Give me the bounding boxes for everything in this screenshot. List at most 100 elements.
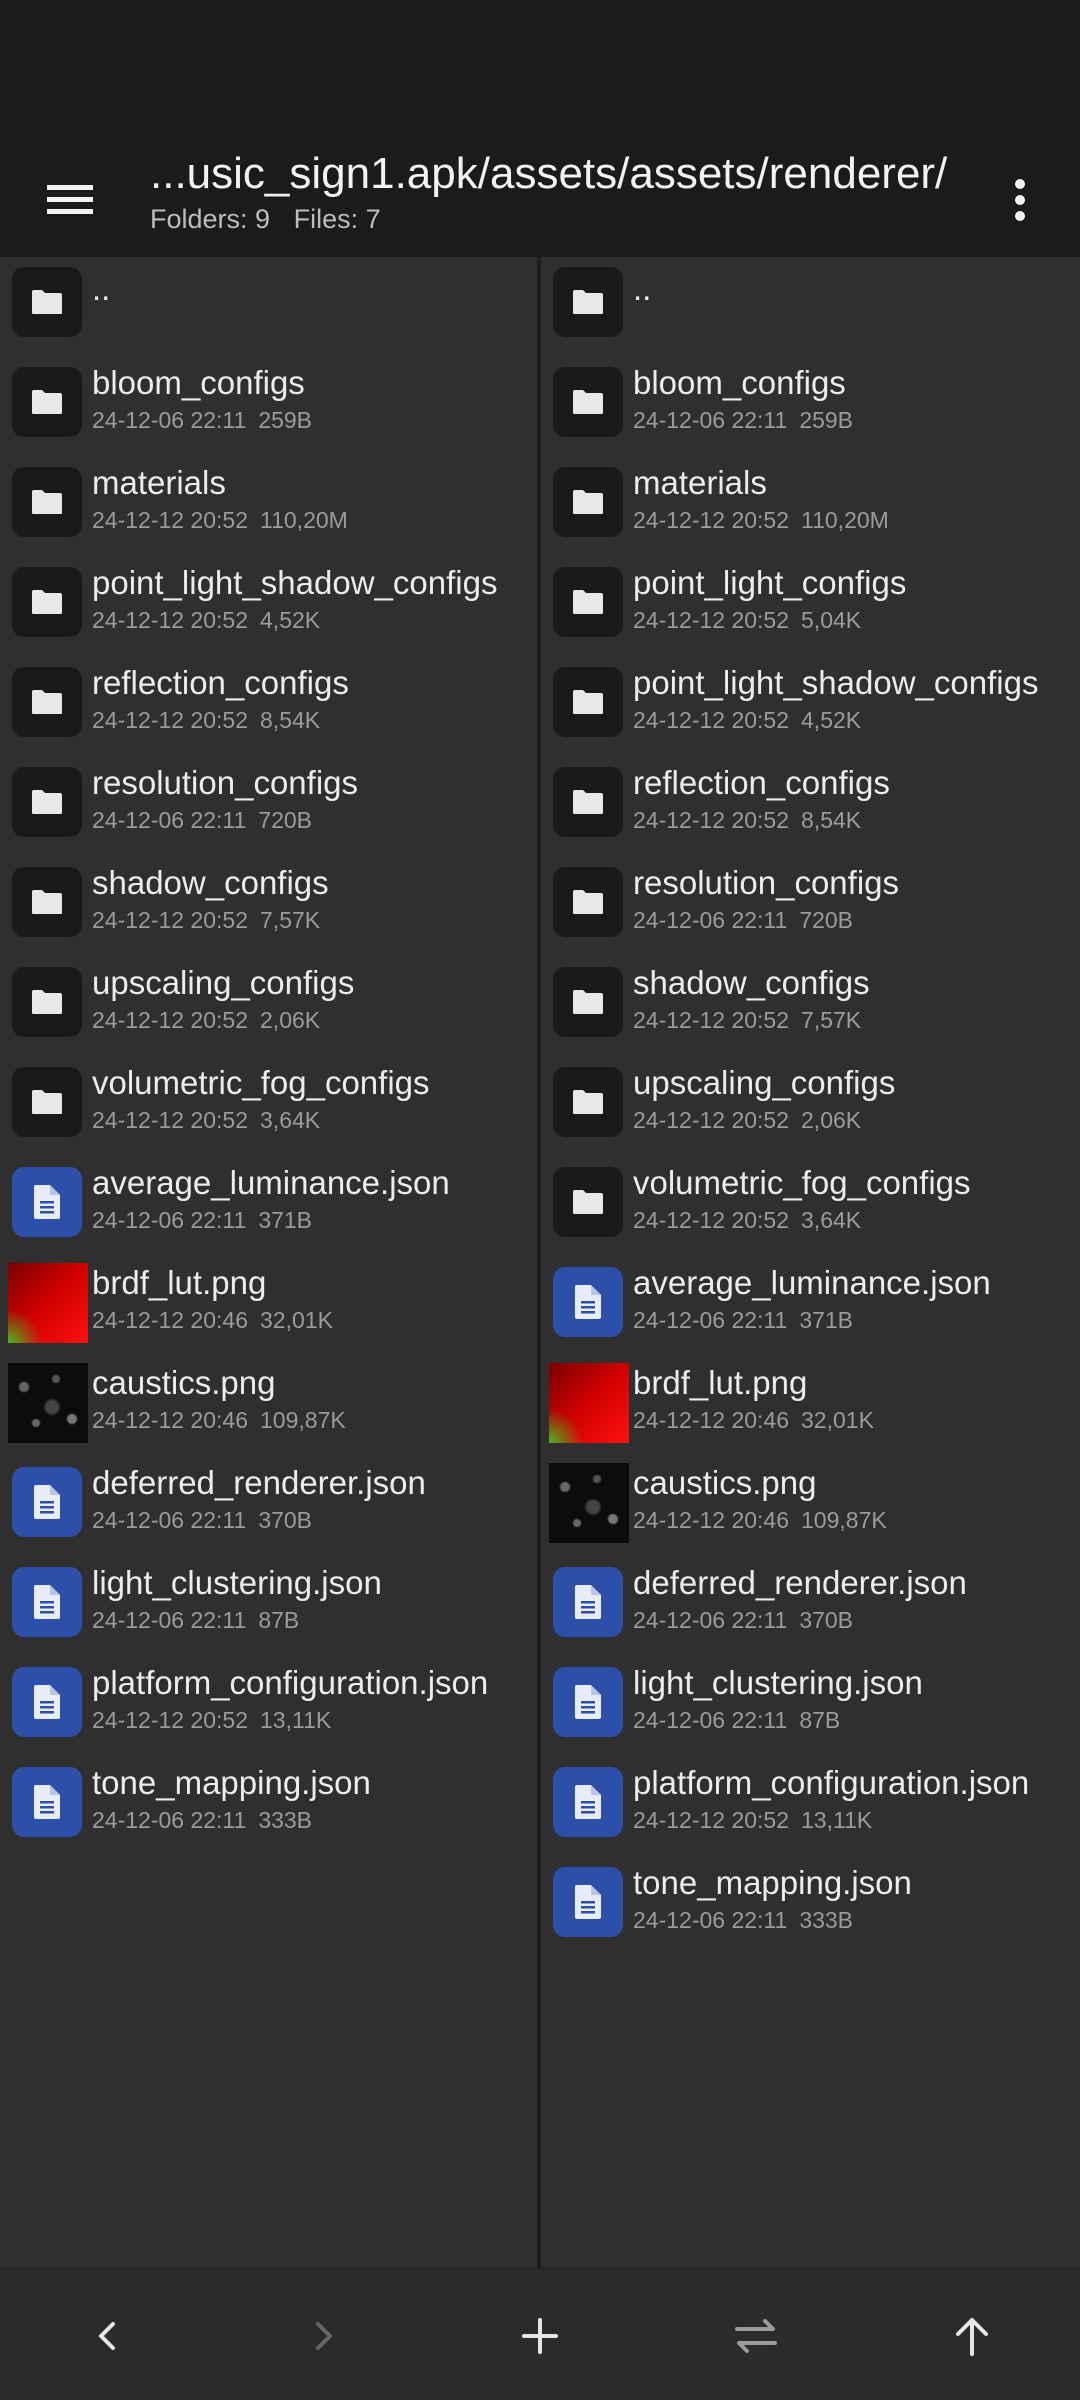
folder-icon (573, 990, 603, 1014)
file-size: 370B (258, 1507, 313, 1533)
file-date: 24-12-12 20:52 (92, 1007, 249, 1033)
folder-icon-tile (553, 1167, 623, 1237)
image-thumbnail (8, 1263, 88, 1343)
file-name: reflection_configs (633, 764, 890, 801)
file-meta: 24-12-06 22:11 333B (92, 1805, 312, 1835)
more-vertical-icon (1015, 179, 1025, 221)
file-name: volumetric_fog_configs (633, 1164, 971, 1201)
folder-icon-tile (553, 367, 623, 437)
file-date: 24-12-06 22:11 (92, 1507, 247, 1533)
file-list-item[interactable]: shadow_configs 24-12-12 20:52 7,57K (0, 857, 537, 957)
file-list-item[interactable]: average_luminance.json 24-12-06 22:11 371B (0, 1157, 537, 1257)
file-date: 24-12-06 22:11 (633, 407, 788, 433)
file-list-item[interactable]: light_clustering.json 24-12-06 22:11 87B (0, 1557, 537, 1657)
app-bar: ...usic_sign1.apk/assets/assets/renderer… (0, 140, 1080, 257)
left-file-pane[interactable]: .. bloom_configs 24-12-06 22:11 259B materia… (0, 257, 537, 2268)
file-name: shadow_configs (633, 964, 870, 1001)
file-list-item[interactable]: platform_configuration.json 24-12-12 20:5… (0, 1657, 537, 1757)
document-icon (575, 1585, 601, 1619)
file-size: 333B (799, 1907, 854, 1933)
file-size: 32,01K (260, 1307, 333, 1333)
file-list-item[interactable]: light_clustering.json 24-12-06 22:11 87B (541, 1657, 1080, 1757)
file-size: 87B (799, 1707, 841, 1733)
more-options-button[interactable] (990, 160, 1050, 240)
file-list-item[interactable]: brdf_lut.png 24-12-12 20:46 32,01K (541, 1357, 1080, 1457)
file-list-item[interactable]: caustics.png 24-12-12 20:46 109,87K (0, 1357, 537, 1457)
file-meta: 24-12-12 20:52 2,06K (633, 1105, 861, 1135)
file-list-item[interactable]: upscaling_configs 24-12-12 20:52 2,06K (0, 957, 537, 1057)
back-button[interactable] (68, 2296, 148, 2376)
folder-icon-tile (12, 867, 82, 937)
hamburger-menu-icon (47, 185, 93, 214)
image-thumbnail (549, 1363, 629, 1443)
folder-icon-tile (553, 967, 623, 1037)
file-size: 13,11K (801, 1807, 873, 1833)
folder-icon-tile (12, 967, 82, 1037)
json-file-icon-tile (553, 1667, 623, 1737)
file-size: 109,87K (801, 1507, 887, 1533)
file-meta: 24-12-12 20:52 2,06K (92, 1005, 320, 1035)
folder-icon-tile (12, 667, 82, 737)
document-icon (34, 1585, 60, 1619)
file-date: 24-12-12 20:52 (92, 907, 249, 933)
file-size: 371B (799, 1307, 854, 1333)
file-list-item[interactable]: point_light_shadow_configs 24-12-12 20:52… (541, 657, 1080, 757)
file-list-item[interactable]: volumetric_fog_configs 24-12-12 20:52 3,64… (0, 1057, 537, 1157)
file-list-item[interactable]: bloom_configs 24-12-06 22:11 259B (0, 357, 537, 457)
file-list-item[interactable]: deferred_renderer.json 24-12-06 22:11 370B (541, 1557, 1080, 1657)
file-list-item[interactable]: shadow_configs 24-12-12 20:52 7,57K (541, 957, 1080, 1057)
file-list-item[interactable]: deferred_renderer.json 24-12-06 22:11 370B (0, 1457, 537, 1557)
file-meta: 24-12-12 20:52 13,11K (633, 1805, 872, 1835)
document-icon (34, 1685, 60, 1719)
folder-icon (573, 590, 603, 614)
file-list-item[interactable]: materials 24-12-12 20:52 110,20M (0, 457, 537, 557)
swap-panes-button[interactable] (716, 2296, 796, 2376)
forward-button[interactable] (283, 2296, 363, 2376)
left-parent-directory-row[interactable]: .. (0, 257, 537, 357)
folder-icon-tile (553, 467, 623, 537)
file-list-item[interactable]: upscaling_configs 24-12-12 20:52 2,06K (541, 1057, 1080, 1157)
file-list-item[interactable]: point_light_shadow_configs 24-12-12 20:52… (0, 557, 537, 657)
file-list-item[interactable]: brdf_lut.png 24-12-12 20:46 32,01K (0, 1257, 537, 1357)
file-list-item[interactable]: platform_configuration.json 24-12-12 20:5… (541, 1757, 1080, 1857)
file-meta: 24-12-12 20:52 4,52K (633, 705, 861, 735)
file-name: point_light_shadow_configs (633, 664, 1039, 701)
file-name: volumetric_fog_configs (92, 1064, 430, 1101)
file-list-item[interactable]: caustics.png 24-12-12 20:46 109,87K (541, 1457, 1080, 1557)
document-icon (575, 1285, 601, 1319)
folder-icon-tile (12, 467, 82, 537)
add-button[interactable] (500, 2296, 580, 2376)
document-icon (34, 1485, 60, 1519)
file-list-item[interactable]: resolution_configs 24-12-06 22:11 720B (541, 857, 1080, 957)
parent-directory-label: .. (92, 270, 111, 307)
file-list-item[interactable]: resolution_configs 24-12-06 22:11 720B (0, 757, 537, 857)
file-list-item[interactable]: reflection_configs 24-12-12 20:52 8,54K (541, 757, 1080, 857)
file-list-item[interactable]: tone_mapping.json 24-12-06 22:11 333B (541, 1857, 1080, 1957)
folder-icon (32, 690, 62, 714)
file-count: Files: 7 (293, 204, 381, 234)
file-list-item[interactable]: volumetric_fog_configs 24-12-12 20:52 3,64… (541, 1157, 1080, 1257)
file-date: 24-12-12 20:52 (92, 1107, 249, 1133)
file-list-item[interactable]: point_light_configs 24-12-12 20:52 5,04K (541, 557, 1080, 657)
file-list-item[interactable]: materials 24-12-12 20:52 110,20M (541, 457, 1080, 557)
file-list-item[interactable]: bloom_configs 24-12-06 22:11 259B (541, 357, 1080, 457)
parent-directory-button[interactable] (932, 2296, 1012, 2376)
file-list-item[interactable]: average_luminance.json 24-12-06 22:11 371B (541, 1257, 1080, 1357)
file-meta: 24-12-12 20:52 8,54K (633, 805, 861, 835)
file-size: 3,64K (260, 1107, 321, 1133)
file-date: 24-12-12 20:46 (92, 1407, 249, 1433)
file-size: 4,52K (260, 607, 321, 633)
file-list-item[interactable]: reflection_configs 24-12-12 20:52 8,54K (0, 657, 537, 757)
right-parent-directory-row[interactable]: .. (541, 257, 1080, 357)
menu-button[interactable] (30, 160, 110, 240)
file-list-item[interactable]: tone_mapping.json 24-12-06 22:11 333B (0, 1757, 537, 1857)
file-meta: 24-12-06 22:11 370B (92, 1505, 312, 1535)
file-size: 333B (258, 1807, 313, 1833)
file-size: 13,11K (260, 1707, 332, 1733)
right-file-pane[interactable]: .. bloom_configs 24-12-06 22:11 259B materia… (541, 257, 1080, 2268)
file-name: brdf_lut.png (92, 1264, 267, 1301)
folder-icon (573, 790, 603, 814)
file-name: platform_configuration.json (92, 1664, 489, 1701)
folder-icon (32, 1090, 62, 1114)
document-icon (575, 1785, 601, 1819)
